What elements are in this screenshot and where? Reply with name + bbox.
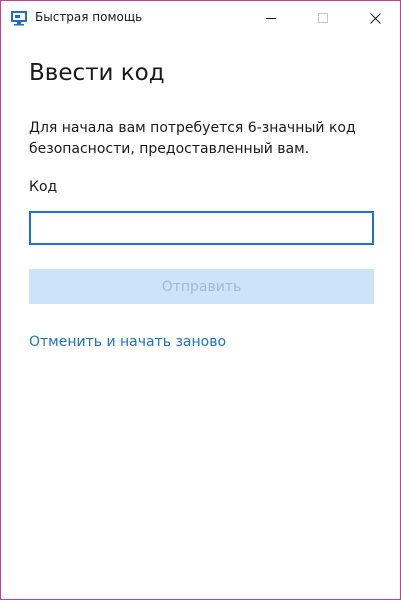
close-button[interactable]: [352, 1, 398, 35]
window-title: Быстрая помощь: [35, 10, 143, 24]
quick-assist-window: Быстрая помощь Ввести код Для начала вам…: [0, 0, 401, 600]
code-field-label: Код: [29, 179, 58, 195]
cancel-and-restart-link[interactable]: Отменить и начать заново: [29, 334, 226, 350]
maximize-button[interactable]: [300, 1, 346, 35]
page-title: Ввести код: [29, 60, 165, 86]
maximize-icon: [317, 12, 328, 23]
instructions-text: Для начала вам потребуется 6-значный код…: [29, 120, 356, 157]
close-icon: [369, 12, 381, 24]
code-input[interactable]: [29, 211, 374, 245]
submit-button[interactable]: Отправить: [29, 269, 374, 304]
minimize-icon: [265, 17, 276, 19]
quick-assist-monitor-icon: [11, 11, 27, 26]
minimize-button[interactable]: [248, 1, 294, 35]
title-bar[interactable]: Быстрая помощь: [1, 1, 400, 35]
